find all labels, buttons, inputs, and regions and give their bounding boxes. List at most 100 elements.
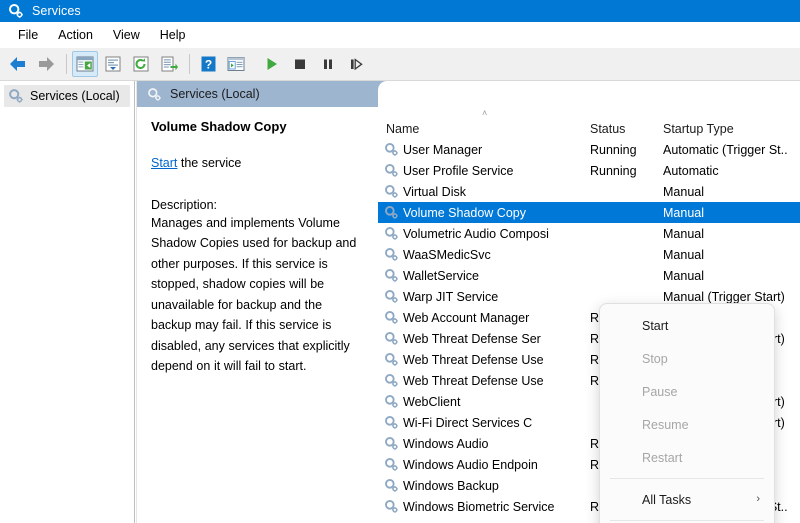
tree-item-services-local[interactable]: Services (Local) [4,85,130,107]
forward-button[interactable] [33,51,59,77]
show-hide-console-tree-icon [76,56,94,72]
service-name-label: Web Threat Defense Use [403,353,544,367]
back-button[interactable] [5,51,31,77]
refresh-icon [132,56,150,72]
cell-service-name: Wi-Fi Direct Services C [378,415,582,430]
service-gear-icon [384,331,399,346]
service-gear-icon [384,163,399,178]
service-gear-icon [384,289,399,304]
table-row[interactable]: Virtual Disk Manual [378,181,800,202]
menu-view[interactable]: View [103,25,150,45]
table-row[interactable]: User ManagerRunningAutomatic (Trigger St… [378,139,800,160]
column-header-name[interactable]: Name [378,122,582,136]
service-name-label: Windows Audio Endpoin [403,458,538,472]
svg-text:?: ? [204,57,211,71]
cell-service-name: Web Threat Defense Ser [378,331,582,346]
toolbar: ? [0,48,800,81]
context-menu: StartStopPauseResumeRestartAll Tasks›Ref… [599,303,775,523]
show-hide-console-tree-button[interactable] [72,51,98,77]
services-gear-icon [147,87,162,102]
stop-service-button[interactable] [287,51,313,77]
cell-startup-type: Manual [655,269,800,283]
cell-startup-type: Manual [655,185,800,199]
context-menu-item-label: Start [642,319,668,333]
refresh-button[interactable] [128,51,154,77]
service-gear-icon [384,352,399,367]
cell-service-name: User Profile Service [378,163,582,178]
properties-button[interactable] [100,51,126,77]
show-hide-action-pane-button[interactable] [223,51,249,77]
cell-startup-type: Manual (Trigger Start) [655,290,800,304]
window-titlebar: Services [0,0,800,22]
restart-service-icon [348,56,364,72]
service-gear-icon [384,205,399,220]
start-service-button[interactable] [259,51,285,77]
column-header-startup[interactable]: Startup Type [655,122,800,136]
cell-service-name: WaaSMedicSvc [378,247,582,262]
column-header-status[interactable]: Status [582,122,655,136]
context-menu-separator [610,520,764,521]
context-menu-item-start[interactable]: Start [600,309,774,342]
cell-service-name: User Manager [378,142,582,157]
table-row[interactable]: User Profile ServiceRunningAutomatic [378,160,800,181]
service-gear-icon [384,478,399,493]
cell-service-name: Web Account Manager [378,310,582,325]
help-button[interactable]: ? [195,51,221,77]
context-menu-item-label: Pause [642,385,677,399]
chevron-right-icon: › [756,494,760,505]
services-gear-icon [8,3,24,19]
cell-service-name: Virtual Disk [378,184,582,199]
pane-header-label: Services (Local) [170,87,260,101]
help-icon: ? [200,56,217,73]
menu-help[interactable]: Help [150,25,196,45]
service-gear-icon [384,142,399,157]
service-gear-icon [384,436,399,451]
service-gear-icon [384,457,399,472]
table-row[interactable]: Volumetric Audio ComposiManual [378,223,800,244]
cell-startup-type: Automatic (Trigger St.. [655,143,800,157]
start-service-icon [264,56,280,72]
cell-startup-type: Manual [655,248,800,262]
export-list-button[interactable] [156,51,182,77]
table-row[interactable]: WaaSMedicSvc Manual [378,244,800,265]
details-pane: Services (Local) Volume Shadow Copy Star… [136,81,800,523]
export-list-icon [160,56,178,72]
list-tab-backdrop [378,81,800,107]
service-gear-icon [384,394,399,409]
restart-service-button[interactable] [343,51,369,77]
service-gear-icon [384,373,399,388]
context-menu-item-label: Restart [642,451,682,465]
pause-service-button[interactable] [315,51,341,77]
service-gear-icon [384,184,399,199]
show-hide-action-pane-icon [227,56,245,72]
table-row[interactable]: WalletServiceManual [378,265,800,286]
service-name-label: Web Threat Defense Use [403,374,544,388]
table-row[interactable]: Volume Shadow CopyManual [378,202,800,223]
context-menu-item-label: All Tasks [642,493,691,507]
context-menu-item-all-tasks[interactable]: All Tasks › [600,483,774,516]
service-name-label: Virtual Disk [403,185,466,199]
cell-service-name: Warp JIT Service [378,289,582,304]
service-gear-icon [384,226,399,241]
cell-status: Running [582,164,655,178]
cell-service-name: Web Threat Defense Use [378,352,582,367]
cell-service-name: Windows Biometric Service [378,499,582,514]
service-name-label: Wi-Fi Direct Services C [403,416,532,430]
menu-action[interactable]: Action [48,25,103,45]
cell-service-name: Windows Audio [378,436,582,451]
main-content: Services (Local) Services (Local) Volu [0,81,800,523]
cell-service-name: Volume Shadow Copy [378,205,582,220]
cell-status: Running [582,143,655,157]
description-text: Manages and implements Volume Shadow Cop… [151,213,364,377]
window-title: Services [32,4,81,18]
cell-service-name: Windows Backup [378,478,582,493]
stop-service-icon [292,56,308,72]
start-service-link[interactable]: Start [151,156,177,170]
menu-file[interactable]: File [8,25,48,45]
list-column-headers: Name Status Startup Type [378,118,800,139]
service-description-panel: Volume Shadow Copy Start the service Des… [137,107,378,523]
service-name-label: Volumetric Audio Composi [403,227,549,241]
pane-header: Services (Local) [137,81,800,107]
menu-bar: File Action View Help [0,22,800,48]
service-name-label: WebClient [403,395,460,409]
